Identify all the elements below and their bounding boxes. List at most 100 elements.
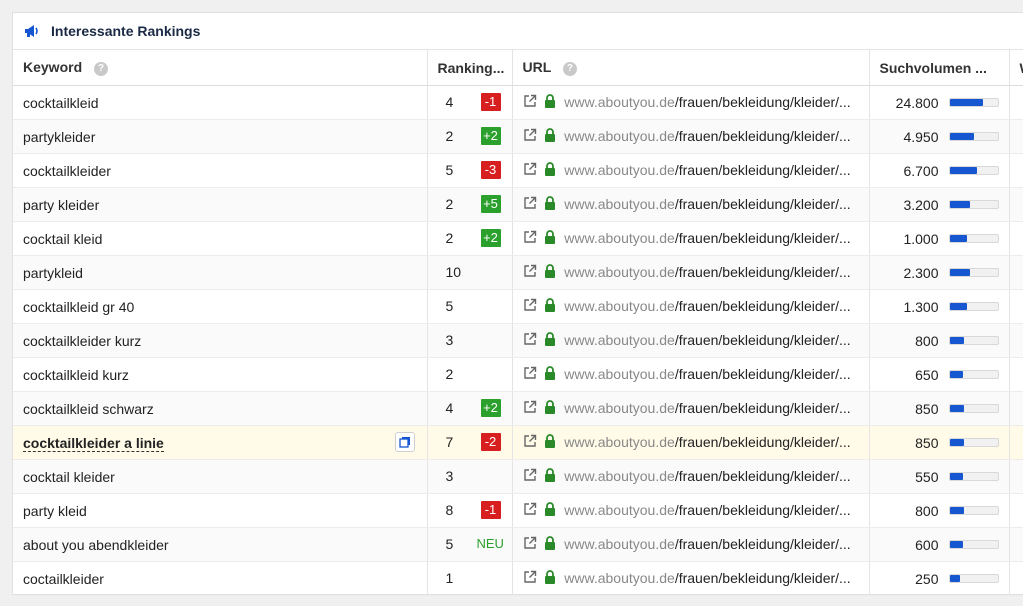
keyword-cell[interactable]: cocktail kleider xyxy=(13,459,428,494)
url-path[interactable]: /frauen/bekleidung/kleider/... xyxy=(675,434,851,450)
keyword-text[interactable]: cocktail kleid xyxy=(23,231,102,247)
external-link-icon[interactable] xyxy=(523,366,537,383)
column-header-extra[interactable]: W xyxy=(1009,50,1023,86)
url-cell[interactable]: www.aboutyou.de/frauen/bekleidung/kleide… xyxy=(512,153,870,188)
keyword-cell[interactable]: cocktailkleider kurz xyxy=(13,323,428,358)
external-link-icon[interactable] xyxy=(523,502,537,519)
table-row[interactable]: cocktail kleider 3 www.aboutyou.de/fraue… xyxy=(13,459,1023,494)
keyword-cell[interactable]: about you abendkleider xyxy=(13,527,428,562)
keyword-cell[interactable]: cocktailkleid gr 40 xyxy=(13,289,428,324)
url-path[interactable]: /frauen/bekleidung/kleider/... xyxy=(675,400,851,416)
url-cell[interactable]: www.aboutyou.de/frauen/bekleidung/kleide… xyxy=(512,527,870,562)
table-row[interactable]: cocktailkleid schwarz 4 +2 www.aboutyou.… xyxy=(13,391,1023,426)
table-row[interactable]: cocktailkleid gr 40 5 www.aboutyou.de/fr… xyxy=(13,289,1023,324)
keyword-text[interactable]: cocktailkleider xyxy=(23,163,111,179)
url-domain[interactable]: www.aboutyou.de xyxy=(564,434,675,450)
url-domain[interactable]: www.aboutyou.de xyxy=(564,536,675,552)
url-path[interactable]: /frauen/bekleidung/kleider/... xyxy=(675,298,851,314)
url-path[interactable]: /frauen/bekleidung/kleider/... xyxy=(675,570,851,586)
external-link-icon[interactable] xyxy=(523,298,537,315)
table-row[interactable]: partykleid 10 www.aboutyou.de/frauen/bek… xyxy=(13,255,1023,290)
url-domain[interactable]: www.aboutyou.de xyxy=(564,94,675,110)
keyword-cell[interactable]: cocktailkleid kurz xyxy=(13,357,428,392)
keyword-cell[interactable]: cocktailkleid schwarz xyxy=(13,391,428,426)
column-header-url[interactable]: URL ? xyxy=(512,50,870,86)
url-path[interactable]: /frauen/bekleidung/kleider/... xyxy=(675,332,851,348)
external-link-icon[interactable] xyxy=(523,230,537,247)
table-row[interactable]: cocktailkleid kurz 2 www.aboutyou.de/fra… xyxy=(13,357,1023,392)
url-domain[interactable]: www.aboutyou.de xyxy=(564,264,675,280)
keyword-text[interactable]: cocktailkleid xyxy=(23,95,98,111)
external-link-icon[interactable] xyxy=(523,128,537,145)
url-path[interactable]: /frauen/bekleidung/kleider/... xyxy=(675,196,851,212)
external-link-icon[interactable] xyxy=(523,400,537,417)
keyword-text[interactable]: cocktailkleid schwarz xyxy=(23,401,154,417)
external-link-icon[interactable] xyxy=(523,162,537,179)
column-header-volume[interactable]: Suchvolumen ... xyxy=(869,50,1010,86)
keyword-cell[interactable]: partykleider xyxy=(13,119,428,154)
keyword-text[interactable]: party kleid xyxy=(23,503,87,519)
table-row[interactable]: cocktailkleider kurz 3 www.aboutyou.de/f… xyxy=(13,323,1023,358)
keyword-text[interactable]: partykleid xyxy=(23,265,83,281)
keyword-cell[interactable]: cocktail kleid xyxy=(13,221,428,256)
keyword-cell[interactable]: partykleid xyxy=(13,255,428,290)
url-cell[interactable]: www.aboutyou.de/frauen/bekleidung/kleide… xyxy=(512,187,870,222)
keyword-text[interactable]: cocktail kleider xyxy=(23,469,115,485)
column-header-ranking[interactable]: Ranking... xyxy=(427,50,513,86)
keyword-text[interactable]: party kleider xyxy=(23,197,99,213)
keyword-cell[interactable]: cocktailkleider a linie xyxy=(13,425,428,460)
url-domain[interactable]: www.aboutyou.de xyxy=(564,570,675,586)
external-link-icon[interactable] xyxy=(523,570,537,587)
url-cell[interactable]: www.aboutyou.de/frauen/bekleidung/kleide… xyxy=(512,119,870,154)
url-domain[interactable]: www.aboutyou.de xyxy=(564,196,675,212)
keyword-text[interactable]: about you abendkleider xyxy=(23,537,169,553)
table-row[interactable]: party kleider 2 +5 www.aboutyou.de/fraue… xyxy=(13,187,1023,222)
table-row[interactable]: about you abendkleider 5 NEU www.aboutyo… xyxy=(13,527,1023,562)
copy-icon[interactable] xyxy=(394,432,415,452)
keyword-text[interactable]: cocktailkleid kurz xyxy=(23,367,129,383)
keyword-cell[interactable]: coctailkleider xyxy=(13,561,428,596)
table-row[interactable]: cocktailkleider a linie 7 -2 www.aboutyo… xyxy=(13,425,1023,460)
url-cell[interactable]: www.aboutyou.de/frauen/bekleidung/kleide… xyxy=(512,391,870,426)
url-path[interactable]: /frauen/bekleidung/kleider/... xyxy=(675,94,851,110)
url-cell[interactable]: www.aboutyou.de/frauen/bekleidung/kleide… xyxy=(512,85,870,120)
column-header-keyword[interactable]: Keyword ? xyxy=(13,50,428,86)
table-row[interactable]: coctailkleider 1 www.aboutyou.de/frauen/… xyxy=(13,561,1023,596)
keyword-cell[interactable]: cocktailkleid xyxy=(13,85,428,120)
keyword-text[interactable]: cocktailkleider kurz xyxy=(23,333,141,349)
url-domain[interactable]: www.aboutyou.de xyxy=(564,400,675,416)
help-icon[interactable]: ? xyxy=(94,61,109,76)
table-row[interactable]: party kleid 8 -1 www.aboutyou.de/frauen/… xyxy=(13,493,1023,528)
url-cell[interactable]: www.aboutyou.de/frauen/bekleidung/kleide… xyxy=(512,425,870,460)
url-path[interactable]: /frauen/bekleidung/kleider/... xyxy=(675,128,851,144)
table-row[interactable]: partykleider 2 +2 www.aboutyou.de/frauen… xyxy=(13,119,1023,154)
keyword-cell[interactable]: party kleid xyxy=(13,493,428,528)
url-path[interactable]: /frauen/bekleidung/kleider/... xyxy=(675,468,851,484)
keyword-text[interactable]: cocktailkleid gr 40 xyxy=(23,299,134,315)
external-link-icon[interactable] xyxy=(523,332,537,349)
url-path[interactable]: /frauen/bekleidung/kleider/... xyxy=(675,162,851,178)
keyword-text[interactable]: partykleider xyxy=(23,129,95,145)
external-link-icon[interactable] xyxy=(523,434,537,451)
url-cell[interactable]: www.aboutyou.de/frauen/bekleidung/kleide… xyxy=(512,221,870,256)
url-path[interactable]: /frauen/bekleidung/kleider/... xyxy=(675,366,851,382)
external-link-icon[interactable] xyxy=(523,94,537,111)
url-path[interactable]: /frauen/bekleidung/kleider/... xyxy=(675,536,851,552)
url-cell[interactable]: www.aboutyou.de/frauen/bekleidung/kleide… xyxy=(512,459,870,494)
table-row[interactable]: cocktailkleid 4 -1 www.aboutyou.de/fraue… xyxy=(13,85,1023,120)
keyword-cell[interactable]: cocktailkleider xyxy=(13,153,428,188)
keyword-cell[interactable]: party kleider xyxy=(13,187,428,222)
external-link-icon[interactable] xyxy=(523,196,537,213)
url-cell[interactable]: www.aboutyou.de/frauen/bekleidung/kleide… xyxy=(512,289,870,324)
external-link-icon[interactable] xyxy=(523,264,537,281)
url-domain[interactable]: www.aboutyou.de xyxy=(564,230,675,246)
keyword-text[interactable]: coctailkleider xyxy=(23,571,104,587)
url-path[interactable]: /frauen/bekleidung/kleider/... xyxy=(675,264,851,280)
help-icon[interactable]: ? xyxy=(562,61,577,76)
url-domain[interactable]: www.aboutyou.de xyxy=(564,502,675,518)
url-domain[interactable]: www.aboutyou.de xyxy=(564,366,675,382)
external-link-icon[interactable] xyxy=(523,536,537,553)
url-domain[interactable]: www.aboutyou.de xyxy=(564,298,675,314)
table-row[interactable]: cocktail kleid 2 +2 www.aboutyou.de/frau… xyxy=(13,221,1023,256)
url-cell[interactable]: www.aboutyou.de/frauen/bekleidung/kleide… xyxy=(512,561,870,596)
